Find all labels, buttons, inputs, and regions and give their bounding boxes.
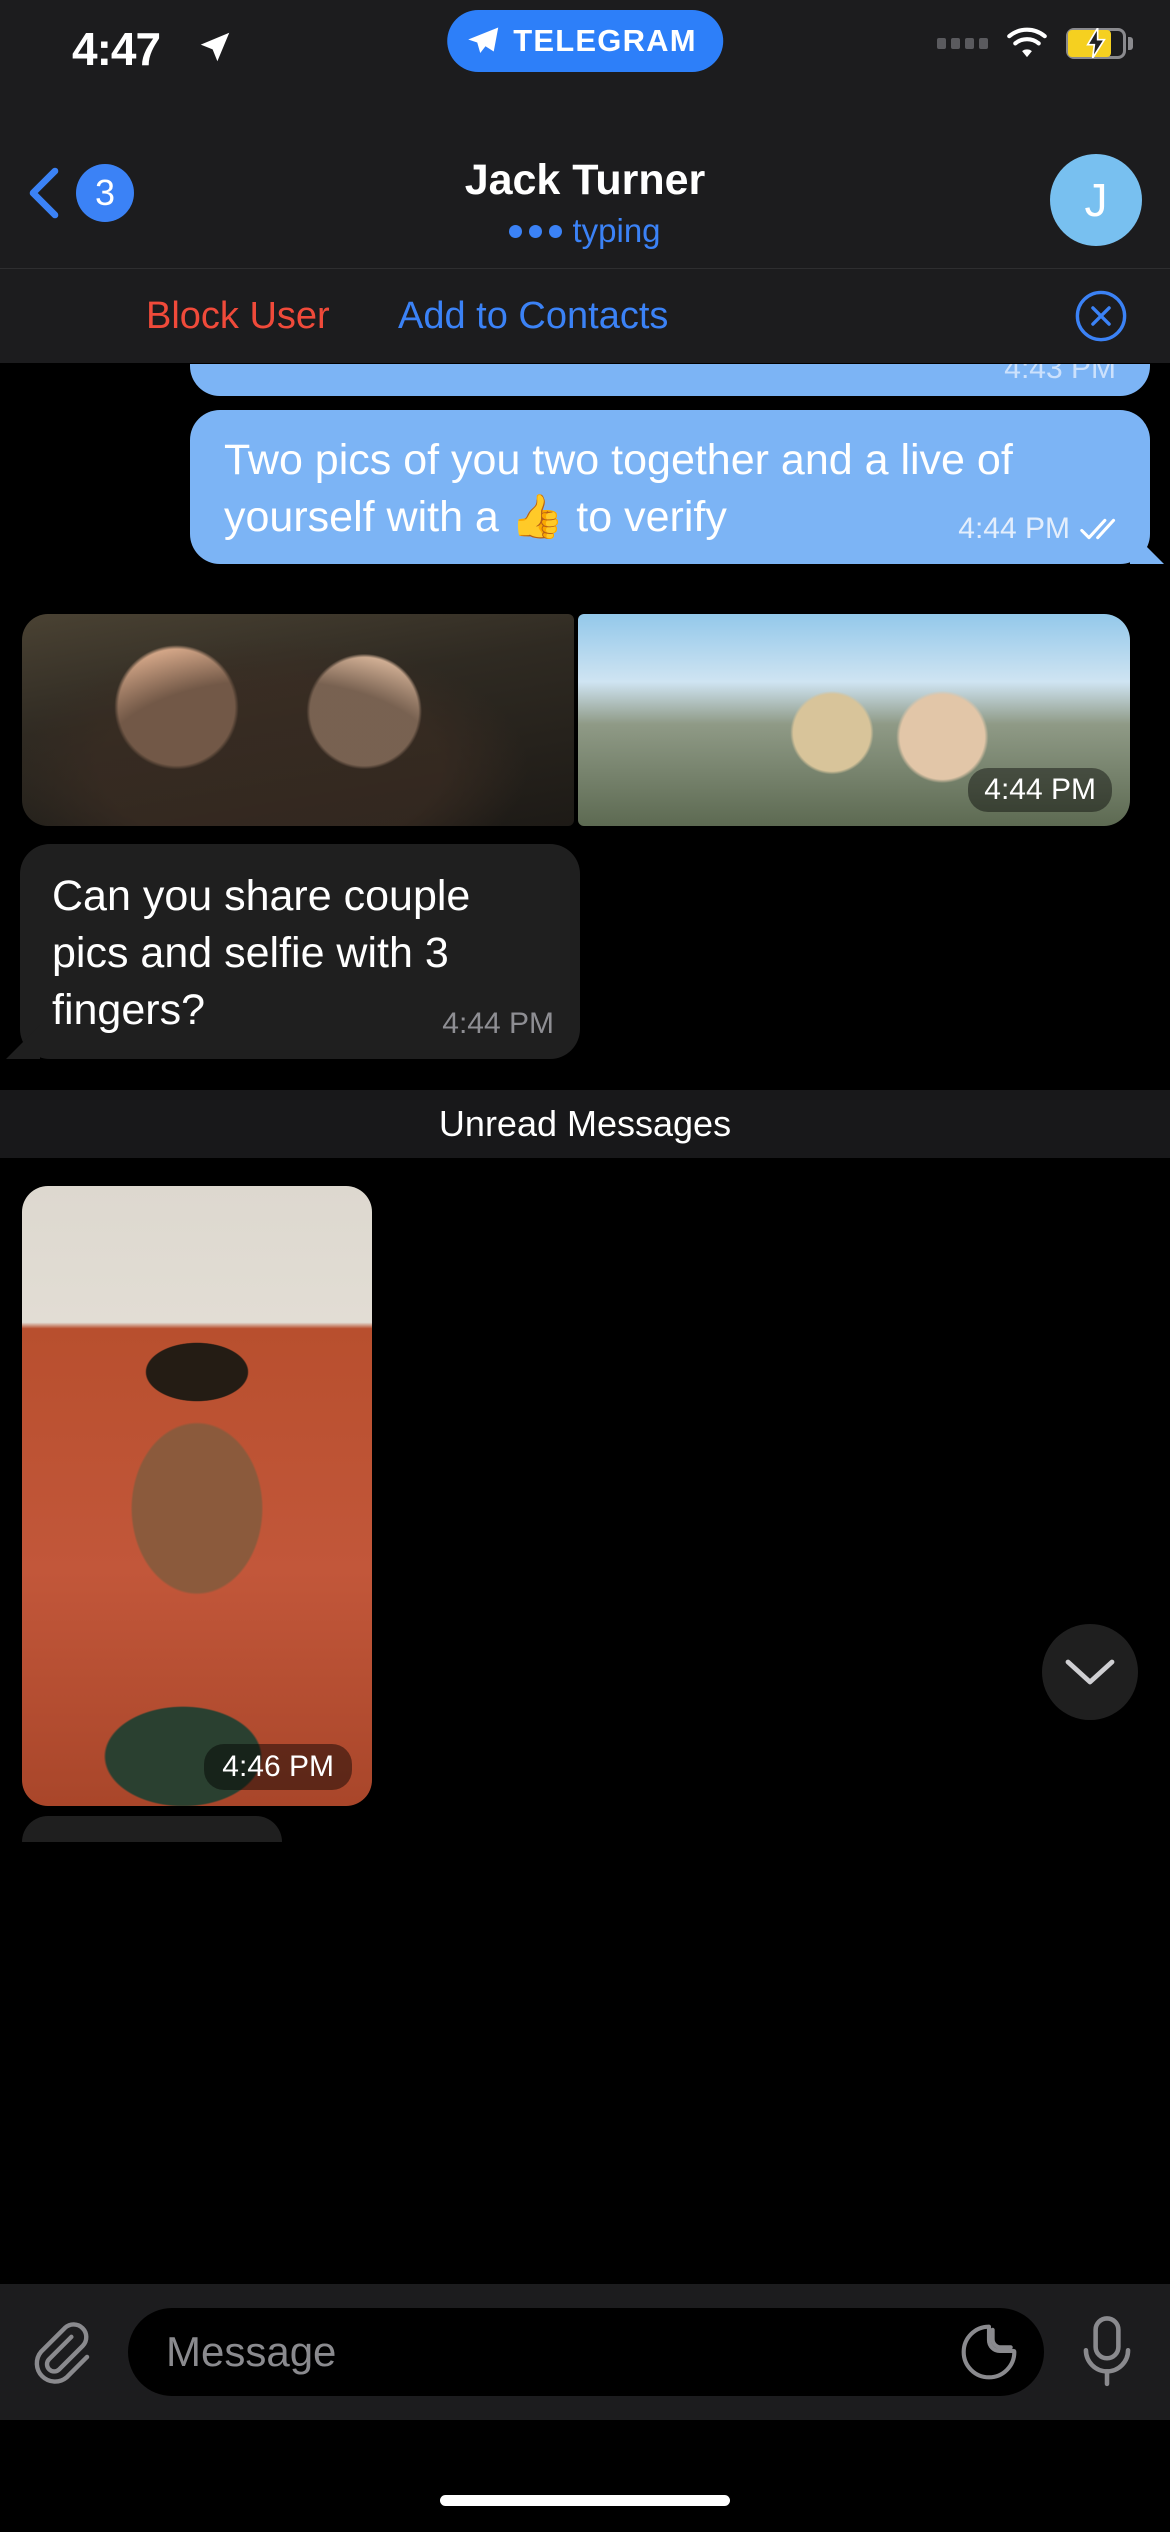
message-input-bar: Message (0, 2284, 1170, 2420)
unread-count-badge: 3 (76, 164, 134, 222)
chat-navigation-bar: 3 Jack Turner typing J (0, 132, 1170, 268)
signal-dots-icon (937, 37, 988, 49)
message-timestamp: 4:44 PM (958, 512, 1070, 545)
message-bubble-outgoing[interactable]: Two pics of you two together and a live … (190, 410, 1164, 564)
location-arrow-icon (200, 32, 230, 62)
message-timestamp: 4:44 PM (968, 768, 1112, 812)
wifi-icon (1007, 27, 1047, 58)
status-bar-indicators (937, 26, 1133, 60)
unread-messages-label: Unread Messages (438, 1103, 732, 1144)
chevron-left-icon (29, 167, 59, 219)
chevron-down-icon (1065, 1659, 1115, 1685)
chat-status-label: typing (572, 212, 661, 249)
selfie-hand-gesture-photo[interactable]: 4:46 PM (22, 1186, 372, 1806)
message-list[interactable]: 4:43 PM Two pics of you two together and… (0, 364, 1170, 2220)
message-timestamp: 4:44 PM (442, 1007, 554, 1040)
message-timestamp: 4:43 PM (1004, 364, 1116, 385)
message-input-placeholder: Message (166, 2328, 337, 2375)
microphone-icon[interactable] (1078, 2315, 1136, 2389)
sticker-icon[interactable] (958, 2321, 1020, 2383)
avatar[interactable]: J (1050, 154, 1142, 246)
battery-charging-icon (1066, 27, 1133, 59)
message-photo-group[interactable]: 4:44 PM (22, 614, 1148, 826)
scroll-to-bottom-button[interactable] (1042, 1624, 1138, 1720)
paperclip-icon[interactable] (26, 2319, 92, 2385)
telegram-chat-screen: 4:47 TELEGRAM 3 Jack Turner typing J Blo… (0, 0, 1170, 2532)
couple-mountain-photo[interactable]: 4:44 PM (578, 614, 1130, 826)
bubble-tail (1130, 530, 1164, 564)
telegram-app-badge[interactable]: TELEGRAM (447, 10, 723, 72)
message-bubble-incoming[interactable]: Can you share couple pics and selfie wit… (6, 844, 580, 1059)
chat-title: Jack Turner (464, 156, 706, 204)
message-bubble-clipped[interactable]: 4:43 PM (190, 364, 1150, 396)
couple-selfie-photo[interactable] (22, 614, 574, 826)
message-meta: 4:44 PM (958, 512, 1124, 546)
message-bubble-partial[interactable] (22, 1816, 282, 1842)
back-button[interactable]: 3 (22, 164, 134, 222)
unread-messages-divider: Unread Messages (0, 1090, 1170, 1158)
home-indicator (440, 2495, 730, 2506)
message-input-field[interactable]: Message (128, 2308, 1044, 2396)
chat-title-block[interactable]: Jack Turner typing (275, 154, 895, 250)
double-check-icon (1080, 518, 1116, 540)
bubble-tail (6, 1025, 40, 1059)
message-timestamp: 4:46 PM (204, 1744, 352, 1790)
status-bar: 4:47 TELEGRAM (0, 0, 1170, 132)
add-to-contacts-button[interactable]: Add to Contacts (398, 295, 668, 338)
close-circle-icon[interactable] (1074, 289, 1128, 343)
block-user-button[interactable]: Block User (146, 295, 330, 338)
chat-status: typing (275, 212, 895, 250)
status-bar-time: 4:47 (72, 23, 161, 75)
avatar-initial: J (1084, 174, 1108, 226)
typing-dots-icon (509, 224, 563, 238)
telegram-app-badge-label: TELEGRAM (513, 23, 697, 58)
contact-action-bar: Block User Add to Contacts (0, 268, 1170, 364)
paper-plane-icon (468, 27, 499, 53)
